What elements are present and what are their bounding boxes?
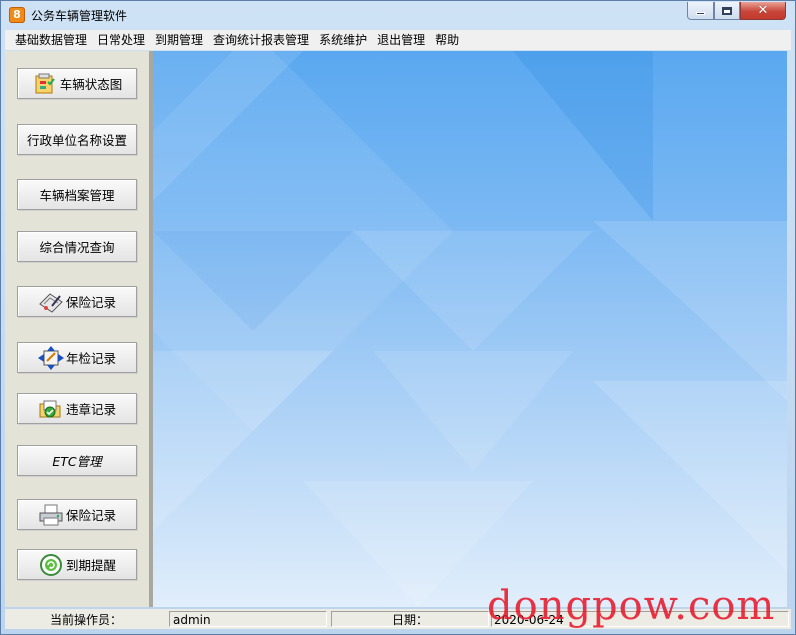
menu-help[interactable]: 帮助 — [430, 30, 464, 50]
etc-management-button[interactable]: ETC管理 — [17, 445, 137, 476]
menu-bar: 基础数据管理 日常处理 到期管理 查询统计报表管理 系统维护 退出管理 帮助 — [5, 30, 791, 50]
date-label: 日期： — [331, 611, 489, 627]
vehicle-archive-button[interactable]: 车辆档案管理 — [17, 179, 137, 210]
menu-system[interactable]: 系统维护 — [314, 30, 372, 50]
desktop-area — [153, 51, 787, 607]
vehicle-archive-label: 车辆档案管理 — [39, 188, 115, 203]
vehicle-status-label: 车辆状态图 — [59, 77, 123, 92]
menu-basic-data[interactable]: 基础数据管理 — [5, 30, 92, 50]
app-window: 8 公务车辆管理软件 ✕ 基础数据管理 日常处理 到期管理 查询统计报表管理 系… — [0, 0, 796, 635]
watermark: dongpow.com — [487, 583, 776, 629]
window-title: 公务车辆管理软件 — [31, 9, 128, 23]
title-bar[interactable]: 8 公务车辆管理软件 ✕ — [1, 1, 795, 29]
menu-exit[interactable]: 退出管理 — [372, 30, 430, 50]
insurance-record-button[interactable]: 保险记录 — [17, 286, 137, 317]
overview-query-button[interactable]: 综合情况查询 — [17, 231, 137, 262]
violation-folder-icon — [38, 397, 64, 421]
violation-record-button[interactable]: 违章记录 — [17, 393, 137, 424]
vehicle-status-chart-icon — [32, 72, 58, 96]
menu-daily[interactable]: 日常处理 — [92, 30, 150, 50]
background-pattern — [153, 51, 787, 607]
annual-inspection-button[interactable]: 年检记录 — [17, 342, 137, 373]
maximize-icon — [722, 6, 732, 15]
inspection-arrows-icon — [37, 345, 64, 370]
annual-inspection-label: 年检记录 — [65, 351, 116, 366]
menu-reports[interactable]: 查询统计报表管理 — [208, 30, 314, 50]
minimize-button[interactable] — [687, 2, 714, 20]
expiry-reminder-button[interactable]: 到期提醒 — [17, 549, 137, 580]
menu-expiry[interactable]: 到期管理 — [150, 30, 208, 50]
app-logo-icon[interactable]: 8 — [9, 7, 25, 23]
close-button[interactable]: ✕ — [740, 2, 786, 20]
insurance-document-icon — [38, 290, 64, 314]
insurance-record-2-button[interactable]: 保险记录 — [17, 499, 137, 530]
overview-query-label: 综合情况查询 — [39, 240, 115, 255]
expiry-reminder-label: 到期提醒 — [65, 558, 116, 573]
insurance-record-label: 保险记录 — [65, 295, 116, 310]
insurance-record-2-label: 保险记录 — [65, 508, 116, 523]
minimize-icon — [696, 12, 705, 15]
admin-unit-settings-label: 行政单位名称设置 — [26, 133, 127, 148]
vehicle-status-button[interactable]: 车辆状态图 — [17, 68, 137, 99]
etc-management-label: ETC管理 — [52, 454, 102, 469]
printer-icon — [38, 503, 64, 527]
close-icon: ✕ — [757, 3, 769, 18]
maximize-button[interactable] — [714, 2, 740, 20]
reminder-refresh-icon — [38, 553, 64, 577]
operator-label: 当前操作员： — [49, 613, 122, 627]
sidebar: 车辆状态图 行政单位名称设置 车辆档案管理 综合情况查询 保险记录 年检记录 违… — [5, 51, 153, 607]
operator-value: admin — [169, 611, 327, 627]
admin-unit-settings-button[interactable]: 行政单位名称设置 — [17, 124, 137, 155]
violation-record-label: 违章记录 — [65, 402, 116, 417]
